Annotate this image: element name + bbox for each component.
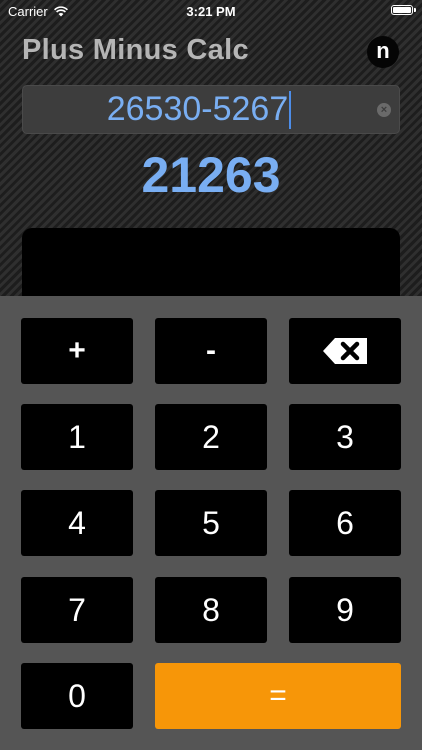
digit-6-button[interactable]: 6 bbox=[289, 490, 401, 556]
digit-3-button[interactable]: 3 bbox=[289, 404, 401, 470]
text-caret bbox=[289, 90, 292, 129]
backspace-icon bbox=[323, 338, 367, 364]
battery-icon bbox=[391, 5, 416, 15]
status-time: 3:21 PM bbox=[186, 4, 236, 19]
expression-value: 26530-5267 bbox=[106, 90, 289, 128]
clear-icon[interactable]: × bbox=[377, 103, 391, 117]
digit-0-button[interactable]: 0 bbox=[21, 663, 133, 729]
minus-button[interactable]: - bbox=[155, 318, 267, 384]
app-logo-button[interactable]: n bbox=[367, 36, 399, 68]
digit-9-button[interactable]: 9 bbox=[289, 577, 401, 643]
digit-2-button[interactable]: 2 bbox=[155, 404, 267, 470]
backspace-button[interactable] bbox=[289, 318, 401, 384]
digit-5-button[interactable]: 5 bbox=[155, 490, 267, 556]
plus-button[interactable]: + bbox=[21, 318, 133, 384]
keypad: + - 1 2 3 4 5 6 7 8 9 0 = bbox=[0, 296, 422, 750]
digit-7-button[interactable]: 7 bbox=[21, 577, 133, 643]
battery-fill bbox=[393, 7, 411, 13]
expression-text-wrapper: 26530-5267 bbox=[23, 86, 375, 133]
result-display: 21263 bbox=[141, 147, 281, 203]
expression-input[interactable]: 26530-5267 × bbox=[22, 85, 400, 134]
digit-8-button[interactable]: 8 bbox=[155, 577, 267, 643]
status-bar: Carrier 3:21 PM bbox=[0, 0, 422, 22]
digit-4-button[interactable]: 4 bbox=[21, 490, 133, 556]
app-title: Plus Minus Calc bbox=[22, 34, 249, 66]
digit-1-button[interactable]: 1 bbox=[21, 404, 133, 470]
equals-button[interactable]: = bbox=[155, 663, 401, 729]
